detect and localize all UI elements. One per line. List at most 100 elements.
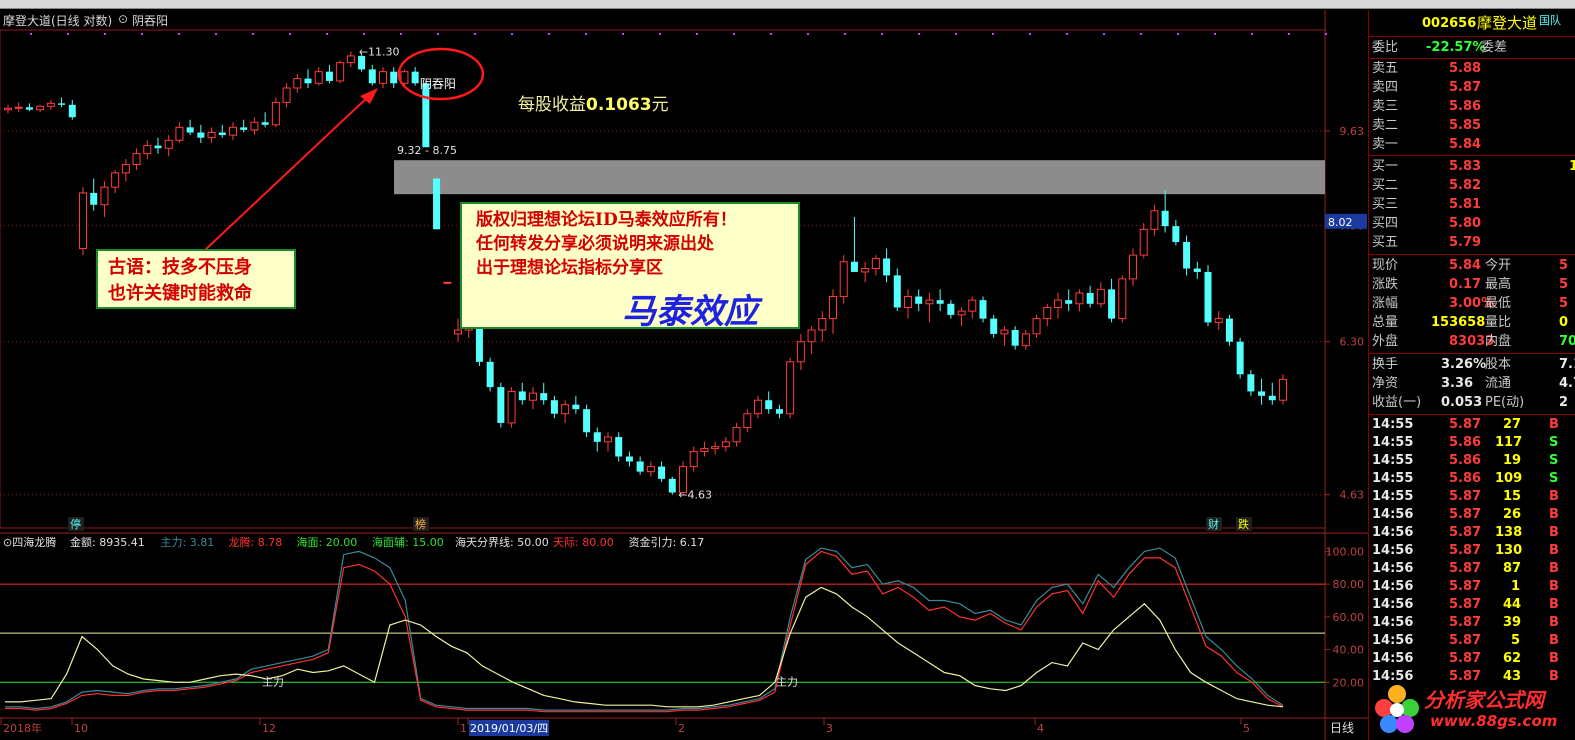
candle-body [25, 107, 33, 110]
candle [486, 357, 494, 392]
candle [379, 67, 387, 88]
ask-row[interactable]: 卖三 5.86 [1369, 97, 1575, 116]
ask-row[interactable]: 卖一 5.84 [1369, 135, 1575, 154]
signal-dot [585, 33, 587, 35]
candle [207, 127, 216, 143]
tick-time: 14:56 [1372, 597, 1414, 612]
tick-row: 14:56 5.87 44 B [1369, 596, 1575, 614]
indicator-item: 天际: 80.00 [553, 536, 614, 549]
candle [90, 178, 98, 211]
bid-volume: 1 [1569, 159, 1575, 174]
finance-label: 股本 [1485, 357, 1512, 372]
candle [925, 292, 934, 323]
finance-label: 收益(一) [1372, 395, 1422, 410]
tick-price: 5.87 [1449, 561, 1482, 576]
candle-body [968, 299, 977, 312]
finance-value: 2 [1559, 395, 1569, 410]
indicator-tick-label: 80.00 [1333, 578, 1365, 591]
tick-row: 14:56 5.87 138 B [1369, 524, 1575, 542]
tick-price: 5.87 [1449, 615, 1482, 630]
mainforce-label: 主力 [776, 675, 798, 688]
signal-dot [918, 33, 920, 35]
signal-dot [511, 33, 513, 35]
time-label: 4 [1037, 722, 1044, 735]
tick-time: 14:55 [1372, 453, 1414, 468]
ask-label: 卖一 [1372, 137, 1399, 152]
bid-row[interactable]: 买五 5.79 [1369, 233, 1575, 252]
candle [175, 122, 184, 143]
bid-row[interactable]: 买四 5.80 [1369, 214, 1575, 233]
finance-row: 收益(一) 0.053 PE(动) 2 [1369, 393, 1575, 412]
indicator-item: 海天分界线: 50.00 [455, 535, 549, 549]
tick-volume: 44 [1503, 597, 1522, 612]
candle [957, 307, 966, 327]
signal-dot [400, 33, 402, 35]
tick-time: 14:55 [1372, 471, 1414, 486]
candle-body [1118, 278, 1127, 320]
candle [197, 124, 205, 143]
candle-body [336, 62, 345, 82]
period-label[interactable]: 日线 [1330, 721, 1354, 735]
candle [1236, 337, 1244, 379]
stat-row: 外盘 83033 内盘 70 [1369, 332, 1575, 351]
finance-label: 流通 [1485, 376, 1512, 391]
candle [1043, 303, 1052, 327]
candle [1032, 314, 1041, 338]
signal-dot [141, 33, 143, 35]
time-label: 2019/01/03/四 [470, 722, 548, 735]
indicator-item: 海面辅: 15.00 [372, 535, 444, 549]
bid-label: 买四 [1372, 216, 1399, 231]
signal-dot [1288, 33, 1290, 35]
candle-body [1225, 318, 1233, 342]
eps-label: 每股收益0.1063元 [518, 95, 669, 115]
ask-price: 5.88 [1449, 61, 1482, 76]
tick-row: 14:56 5.87 130 B [1369, 542, 1575, 560]
candle-body [186, 127, 194, 133]
candle-body [1054, 299, 1062, 308]
candle-body [947, 303, 955, 315]
candle [154, 137, 162, 154]
candle [689, 446, 698, 472]
chart-canvas[interactable]: 9.637.966.304.639.32 - 8.758.02←11.30←4.… [0, 0, 1575, 740]
candle [68, 99, 76, 120]
tick-side: S [1549, 435, 1559, 450]
bid-label: 买五 [1372, 235, 1399, 250]
candle-body [197, 132, 205, 138]
candle-body [550, 400, 558, 414]
candle [1150, 204, 1159, 236]
candle-body [796, 341, 805, 363]
bid-price: 5.79 [1449, 235, 1482, 250]
stat-value: 153658 [1431, 315, 1486, 330]
candle-body [1075, 292, 1084, 305]
stat-label: 涨幅 [1372, 296, 1399, 311]
candle [990, 314, 998, 338]
ask-row[interactable]: 卖二 5.85 [1369, 116, 1575, 135]
bid-price: 5.81 [1449, 197, 1482, 212]
bid-row[interactable]: 买三 5.81 [1369, 195, 1575, 214]
stat-label: 量比 [1485, 315, 1512, 330]
tick-price: 5.87 [1449, 417, 1482, 432]
candle [861, 261, 870, 283]
candle-body [646, 466, 655, 473]
ask-row[interactable]: 卖五 5.88 [1369, 59, 1575, 78]
pattern-label: 阴吞阳 [420, 77, 456, 91]
bid-row[interactable]: 买一 5.83 1 [1369, 157, 1575, 176]
candle [646, 461, 655, 477]
tick-side: B [1549, 417, 1559, 432]
candle [497, 382, 505, 428]
candle [507, 387, 516, 428]
signal-dot [1325, 33, 1327, 35]
tick-volume: 19 [1503, 453, 1522, 468]
finance-label: 净资 [1372, 376, 1399, 391]
candle [796, 333, 805, 371]
bid-label: 买一 [1372, 159, 1399, 174]
candle-body [1032, 318, 1041, 335]
tick-volume: 109 [1495, 471, 1523, 486]
candle-body [1247, 374, 1255, 392]
ask-row[interactable]: 卖四 5.87 [1369, 78, 1575, 97]
candle-body [743, 413, 752, 429]
candle [1139, 223, 1148, 259]
tick-price: 5.86 [1449, 471, 1482, 486]
tick-time: 14:56 [1372, 615, 1414, 630]
bid-row[interactable]: 买二 5.82 [1369, 176, 1575, 195]
